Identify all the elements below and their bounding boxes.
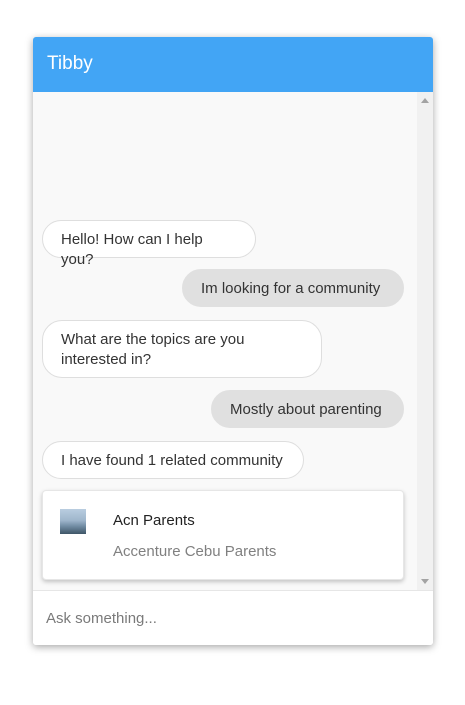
- bot-message: Hello! How can I help you?: [42, 220, 256, 268]
- chat-window: Tibby Hello! How can I help you? Im look…: [33, 37, 433, 645]
- message-scrollbar[interactable]: [417, 92, 433, 590]
- bot-message: I have found 1 related community: [42, 441, 304, 479]
- user-message: Mostly about parenting: [211, 390, 404, 428]
- ask-input[interactable]: [46, 606, 416, 630]
- message-list[interactable]: Hello! How can I help you? Im looking fo…: [33, 92, 433, 590]
- scroll-down-arrow-icon[interactable]: [421, 579, 429, 584]
- community-thumbnail: [60, 509, 86, 534]
- chat-title: Tibby: [47, 53, 93, 74]
- user-message: Im looking for a community: [182, 269, 404, 307]
- community-card[interactable]: Acn Parents Accenture Cebu Parents: [42, 490, 404, 580]
- input-bar: [33, 590, 433, 645]
- scroll-up-arrow-icon[interactable]: [421, 98, 429, 103]
- chat-header: Tibby: [33, 37, 433, 92]
- community-subtitle: Accenture Cebu Parents: [113, 543, 277, 560]
- community-title[interactable]: Acn Parents: [113, 512, 195, 529]
- bot-message: What are the topics are you interested i…: [42, 320, 322, 378]
